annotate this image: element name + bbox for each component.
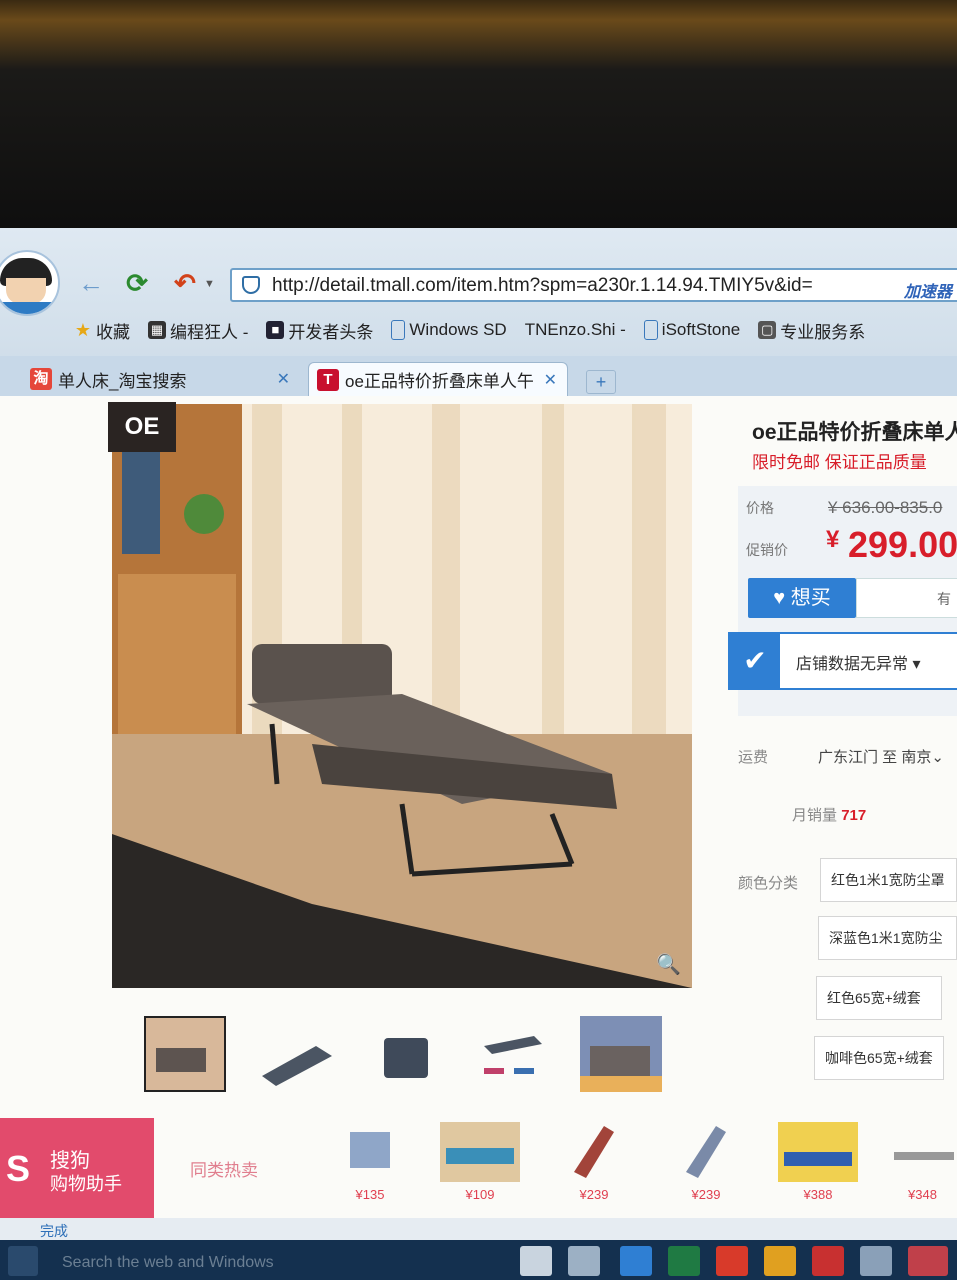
similar-item[interactable]: ¥239 <box>554 1122 644 1202</box>
color-option-4[interactable]: 咖啡色65宽+绒套 <box>814 1036 944 1080</box>
bookmark-isoftstone[interactable]: iSoftStone <box>643 316 740 344</box>
site-icon: ▢ <box>758 321 777 339</box>
want-count: 有 <box>856 578 957 618</box>
back-arrow-icon[interactable]: ← <box>76 268 106 298</box>
product-main-image[interactable] <box>112 404 692 988</box>
task-view-icon[interactable] <box>520 1246 552 1276</box>
windows-taskbar: Search the web and Windows <box>0 1240 957 1280</box>
app-icon[interactable] <box>716 1246 748 1276</box>
similar-item[interactable]: ¥239 <box>666 1122 756 1202</box>
bookmark-toutiao[interactable]: ■ 开发者头条 <box>266 316 373 344</box>
monitor-bezel <box>0 0 957 236</box>
shipping-label: 运费 <box>738 749 769 766</box>
taskbar-search-input[interactable]: Search the web and Windows <box>52 1248 502 1278</box>
refresh-icon[interactable]: ⟳ <box>122 268 152 298</box>
star-icon: ★ <box>74 320 92 340</box>
product-title: oe正品特价折叠床单人 <box>752 421 957 444</box>
shipping-route[interactable]: 广东江门 至 南京⌄ <box>818 746 944 767</box>
shield-icon <box>242 276 260 294</box>
currency-symbol: ¥ <box>826 526 840 553</box>
bookmark-enzo-shi[interactable]: TNEnzo.Shi - <box>525 316 626 344</box>
similar-item[interactable]: ¥388 <box>778 1122 868 1202</box>
url-text[interactable]: http://detail.tmall.com/item.htm?spm=a23… <box>272 275 813 297</box>
taobao-icon: 淘 <box>30 368 52 390</box>
file-explorer-icon[interactable] <box>568 1246 600 1276</box>
chevron-down-icon: ⌄ <box>931 749 944 766</box>
want-to-buy-button[interactable]: ♥ 想买 <box>748 578 856 618</box>
ie-browser-icon[interactable] <box>620 1246 652 1276</box>
address-bar[interactable]: http://detail.tmall.com/item.htm?spm=a23… <box>230 268 957 302</box>
original-price: ¥ 636.00-835.0 <box>828 498 943 517</box>
store-status-box[interactable]: ✔ 店铺数据无异常 ▾ <box>728 632 957 690</box>
browser-window: ← ⟳ ↶ ▼ http://detail.tmall.com/item.htm… <box>0 228 957 1280</box>
app-icon[interactable] <box>860 1246 892 1276</box>
status-bar: 完成 <box>0 1218 957 1240</box>
windows-start-icon[interactable] <box>8 1246 38 1276</box>
bookmark-service[interactable]: ▢ 专业服务系 <box>758 316 865 344</box>
similar-item[interactable]: ¥109 <box>440 1122 530 1202</box>
promo-text: 限时免邮 保证正品质量 <box>752 453 927 472</box>
close-icon[interactable]: ✕ <box>277 369 290 389</box>
speed-up-link[interactable]: 加速器 <box>904 278 952 302</box>
sogou-logo-icon: S <box>6 1148 31 1189</box>
similar-item[interactable]: ¥135 <box>330 1122 420 1202</box>
brand-logo: OE <box>108 402 176 452</box>
heart-icon: ♥ <box>773 587 791 609</box>
similar-hot-label: 同类热卖 <box>190 1161 258 1180</box>
chevron-down-icon: ▾ <box>912 656 921 673</box>
color-option-1[interactable]: 红色1米1宽防尘罩 <box>820 858 957 902</box>
app-icon[interactable] <box>812 1246 844 1276</box>
status-text: 完成 <box>40 1223 68 1239</box>
chevron-down-icon[interactable]: ▼ <box>204 278 215 290</box>
browser-toolbar: ← ⟳ ↶ ▼ http://detail.tmall.com/item.htm… <box>0 228 957 368</box>
color-option-3[interactable]: 红色65宽+绒套 <box>816 976 942 1020</box>
app-icon[interactable] <box>764 1246 796 1276</box>
page-icon <box>391 320 406 340</box>
sogou-shopping-assistant[interactable]: S 搜狗 购物助手 <box>0 1118 154 1218</box>
thumbnail-1[interactable] <box>144 1016 226 1092</box>
bookmark-bcr[interactable]: ▦ 编程狂人 - <box>148 316 248 344</box>
promo-price: 299.00 <box>848 524 957 565</box>
close-icon[interactable]: ✕ <box>544 370 557 390</box>
app-icon[interactable] <box>908 1246 948 1276</box>
undo-icon[interactable]: ↶ <box>170 268 200 298</box>
bookmarks-bar: ★ 收藏 ▦ 编程狂人 - ■ 开发者头条 Windows SD TNEnzo.… <box>74 316 883 344</box>
bookmark-windows-sd[interactable]: Windows SD <box>391 316 507 344</box>
product-page: OE 🔍 oe正品特价折叠床单人 限时免邮 保证正品质量 价格 ¥ 636.00… <box>0 396 957 1226</box>
monthly-sales: 月销量 717 <box>792 807 867 824</box>
thumbnail-3[interactable] <box>366 1016 448 1092</box>
site-icon: ■ <box>266 321 285 339</box>
bookmark-favorites[interactable]: ★ 收藏 <box>74 316 130 344</box>
hammer-icon: ✔ <box>730 634 780 688</box>
user-avatar[interactable] <box>0 250 60 316</box>
tmall-icon: T <box>317 368 339 391</box>
color-option-2[interactable]: 深蓝色1米1宽防尘 <box>818 916 957 960</box>
zoom-icon[interactable]: 🔍 <box>656 952 684 980</box>
thumbnail-5[interactable] <box>580 1016 662 1092</box>
thumbnail-4[interactable] <box>474 1016 556 1092</box>
promo-price-label: 促销价 <box>746 542 788 558</box>
tab-product[interactable]: T oe正品特价折叠床单人午 ✕ <box>308 362 568 396</box>
thumbnail-2[interactable] <box>256 1016 338 1092</box>
page-icon <box>643 320 658 340</box>
similar-item[interactable]: ¥348 <box>888 1122 957 1202</box>
price-label: 价格 <box>746 500 774 516</box>
color-label: 颜色分类 <box>738 875 799 892</box>
new-tab-button[interactable]: + <box>586 370 616 394</box>
tab-taobao-search[interactable]: 淘 单人床_淘宝搜索 ✕ <box>30 362 300 396</box>
site-icon: ▦ <box>148 321 166 339</box>
excel-icon[interactable] <box>668 1246 700 1276</box>
tab-strip: 淘 单人床_淘宝搜索 ✕ T oe正品特价折叠床单人午 ✕ + <box>0 356 957 396</box>
